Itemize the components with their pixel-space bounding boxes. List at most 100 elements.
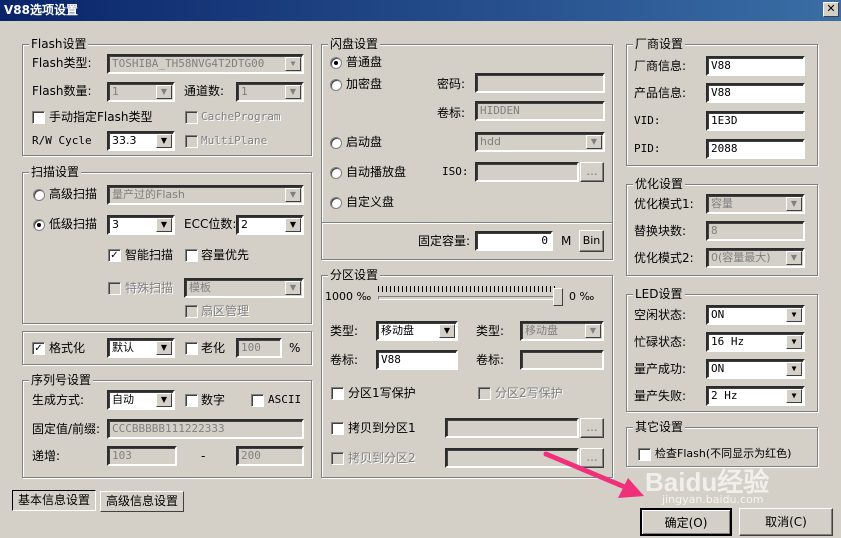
vid-label: VID: [634,114,661,127]
partition2-type-label: 类型: [476,324,505,338]
partition2-vol-label: 卷标: [476,353,505,367]
replace-blocks-input[interactable]: 8 [706,221,805,241]
iso-label: ISO: [442,165,469,178]
low-scan-select[interactable]: 3 ▼ [107,215,175,235]
ecc-select[interactable]: 2 ▼ [236,215,304,235]
iso-input[interactable] [475,162,579,182]
partition-type-label: 类型: [330,324,359,338]
increment-dash: - [201,449,206,463]
idle-state-select[interactable]: ON ▼ [706,305,805,325]
title-bar: V88选项设置 [0,0,841,21]
partition1-vol-input[interactable]: V88 [376,350,458,370]
partition-vol-label: 卷标: [330,353,359,367]
boot-disk-select[interactable]: hdd ▼ [475,132,605,152]
flash-count-value: 1 [112,85,119,98]
busy-state-select[interactable]: 16 Hz ▼ [706,332,805,352]
fail-state-select[interactable]: 2 Hz ▼ [706,386,805,406]
digits-checkbox[interactable] [185,394,198,407]
iso-browse-button[interactable]: ... [580,162,604,182]
special-scan-checkbox[interactable] [108,282,121,295]
chevron-down-icon: ▼ [156,134,172,148]
digits-label: 数字 [201,393,226,407]
tab-advanced[interactable]: 高级信息设置 [100,491,184,512]
flash-type-value: TOSHIBA_TH58NVG4T2DTG00 [112,57,265,70]
increment-to-input[interactable]: 200 [236,446,304,466]
format-checkbox[interactable]: ✓ [32,342,45,355]
special-scan-select[interactable]: 模板 ▼ [184,278,304,298]
opt-mode1-value: 容量 [711,197,733,210]
cacheprogram-checkbox[interactable] [185,111,198,124]
pid-input[interactable]: 2088 [706,139,805,159]
ok-button[interactable]: 确定(O) [640,508,732,536]
sector-manage-label: 扇区管理 [201,304,250,318]
opt-mode1-label: 优化模式1: [634,197,694,211]
flash-type-select[interactable]: TOSHIBA_TH58NVG4T2DTG00 ▼ [107,54,304,74]
rw-cycle-select[interactable]: 33.3 ▼ [107,131,175,151]
increment-from-input[interactable]: 103 [107,446,177,466]
autoplay-disk-radio[interactable] [330,167,342,179]
smart-scan-checkbox[interactable]: ✓ [108,249,121,262]
high-scan-radio[interactable] [33,189,45,201]
password-input[interactable] [475,73,605,93]
vendor-info-input[interactable]: V88 [706,56,805,76]
low-scan-radio[interactable] [33,219,45,231]
idle-state-label: 空闲状态: [634,308,687,322]
capacity-first-checkbox[interactable] [185,249,198,262]
high-scan-select[interactable]: 量产过的Flash ▼ [107,185,304,205]
manual-flash-checkbox[interactable] [32,111,45,124]
vid-input[interactable]: 1E3D [706,111,805,131]
partition2-type-select[interactable]: 移动盘 ▼ [520,321,604,341]
boot-disk-radio[interactable] [330,137,342,149]
opt-mode1-select[interactable]: 容量 ▼ [706,194,805,214]
ascii-checkbox[interactable] [251,394,264,407]
flash-group-title: Flash设置 [29,37,89,51]
copy1-browse-button[interactable]: ... [580,418,604,438]
partition2-vol-input[interactable] [520,350,604,370]
high-scan-value: 量产过的Flash [112,188,185,201]
copy1-input[interactable] [445,418,579,438]
channels-select[interactable]: 1 ▼ [236,82,304,102]
aging-checkbox[interactable] [185,342,198,355]
fixed-capacity-input[interactable]: 0 [475,231,553,251]
success-state-select[interactable]: ON ▼ [706,359,805,379]
pid-label: PID: [634,142,661,155]
sector-manage-checkbox[interactable] [185,305,198,318]
watermark-url: jingyan.baidu.com [662,493,764,506]
gen-method-value: 自动 [112,393,134,406]
wp2-checkbox[interactable] [478,387,491,400]
partition1-type-select[interactable]: 移动盘 ▼ [376,321,458,341]
product-info-input[interactable]: V88 [706,83,805,103]
chevron-down-icon: ▼ [156,85,172,99]
partition-slider-thumb[interactable] [553,288,563,306]
encrypt-disk-radio[interactable] [330,79,342,91]
vendor-info-label: 厂商信息: [634,59,687,73]
rw-cycle-value: 33.3 [112,134,137,147]
ecc-label: ECC位数: [184,217,237,231]
chevron-down-icon: ▼ [156,218,172,232]
multiplane-checkbox[interactable] [185,135,198,148]
copy2-checkbox[interactable] [331,452,344,465]
boot-disk-value: hdd [480,135,501,148]
chevron-down-icon: ▼ [156,393,172,407]
copy1-checkbox[interactable] [331,422,344,435]
scan-group-title: 扫描设置 [29,165,82,179]
tab-basic[interactable]: 基本信息设置 [12,490,96,511]
gen-method-select[interactable]: 自动 ▼ [107,390,175,410]
fixed-prefix-input[interactable]: CCCBBBBB111222333 [107,419,304,439]
normal-disk-label: 普通盘 [346,55,383,69]
volume-input[interactable]: HIDDEN [475,101,605,121]
custom-disk-radio[interactable] [330,197,342,209]
partition-slider-track[interactable] [378,296,558,300]
bin-button[interactable]: Bin [579,230,604,252]
format-select[interactable]: 默认 ▼ [107,338,175,358]
opt-mode2-select[interactable]: 0(容量最大) ▼ [706,248,805,268]
close-button[interactable]: ✕ [823,2,839,17]
opt-mode2-value: 0(容量最大) [711,251,771,264]
normal-disk-radio[interactable] [330,57,342,69]
wp1-checkbox[interactable] [331,387,344,400]
capacity-first-label: 容量优先 [201,248,250,262]
aging-input[interactable]: 100 [236,338,282,358]
capacity-unit: M [561,234,572,248]
flash-count-select[interactable]: 1 ▼ [107,82,175,102]
cancel-button[interactable]: 取消(C) [739,508,833,536]
